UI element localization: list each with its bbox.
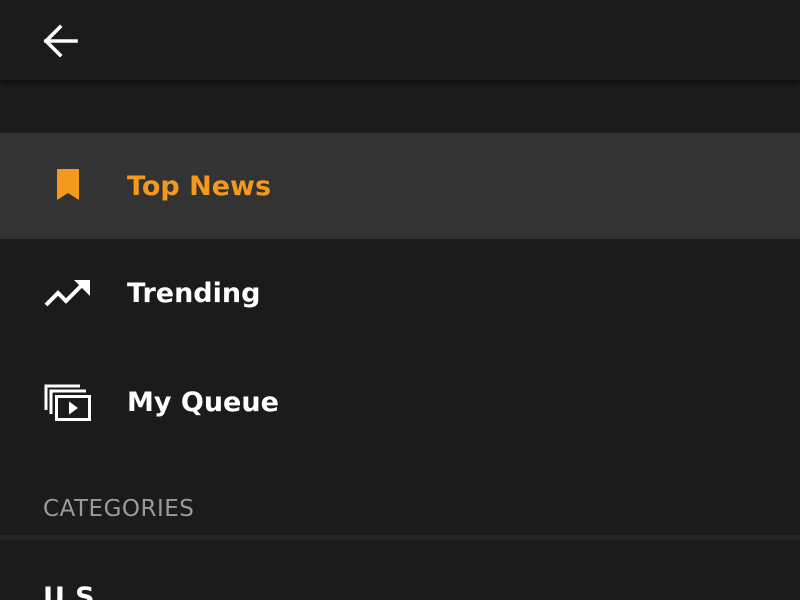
nav-item-my-queue[interactable]: My Queue [0,349,800,455]
drawer-header-spacer [0,80,800,133]
trending-up-icon [40,265,96,321]
nav-item-label: Top News [127,170,272,202]
arrow-back-icon [43,24,78,58]
nav-item-label: My Queue [127,386,279,418]
nav-item-label: Trending [127,277,261,309]
category-item-us[interactable]: U.S. [0,540,800,600]
nav-item-trending[interactable]: Trending [0,240,800,346]
back-button[interactable] [36,17,84,65]
video-library-icon [40,374,96,430]
navigation-drawer: Top News Trending My Queue CATEGORIES U.… [0,0,800,600]
category-label: U.S. [43,582,105,600]
nav-item-top-news[interactable]: Top News [0,133,800,239]
categories-header: CATEGORIES [43,496,195,522]
toolbar [0,0,800,80]
bookmark-icon [40,158,96,214]
